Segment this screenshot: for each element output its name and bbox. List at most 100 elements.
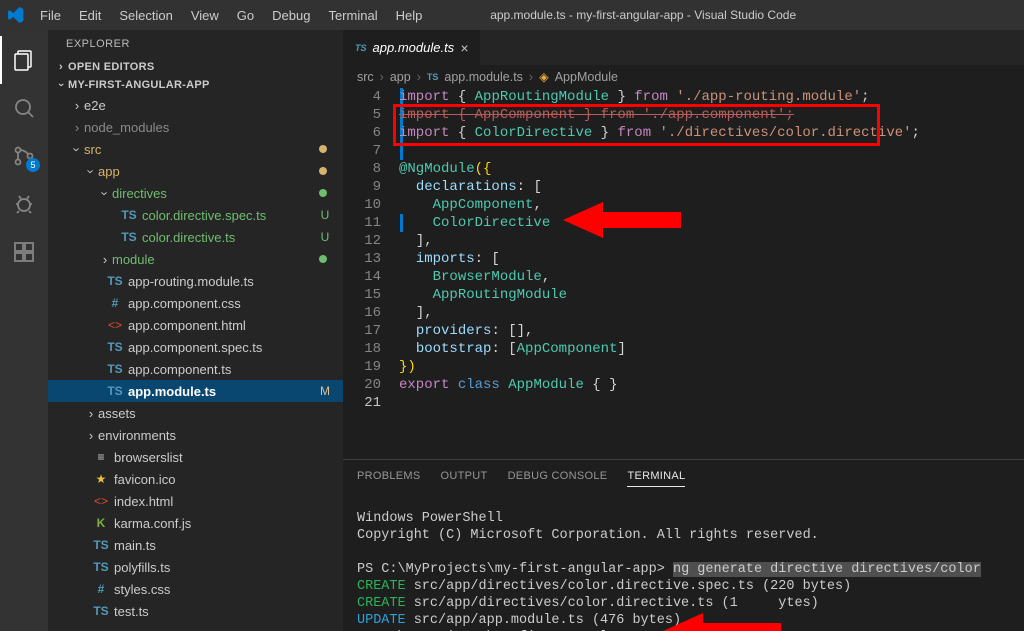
sidebar: EXPLORER › OPEN EDITORS › MY-FIRST-ANGUL… bbox=[48, 30, 343, 631]
tree-file-app-module[interactable]: TSapp.module.tsM bbox=[48, 380, 343, 402]
ts-icon: TS bbox=[106, 362, 124, 376]
tree-file-karma[interactable]: Kkarma.conf.js bbox=[48, 512, 343, 534]
ts-icon: TS bbox=[120, 230, 138, 244]
ts-icon: TS bbox=[92, 560, 110, 574]
tree-folder-e2e[interactable]: ›e2e bbox=[48, 94, 343, 116]
chevron-right-icon: › bbox=[417, 70, 421, 84]
html-icon: <> bbox=[92, 494, 110, 508]
tree-folder-assets[interactable]: ›assets bbox=[48, 402, 343, 424]
tree-file-browserslist[interactable]: ≡browserslist bbox=[48, 446, 343, 468]
menu-debug[interactable]: Debug bbox=[264, 4, 318, 27]
tree-folder-directives[interactable]: ›directives bbox=[48, 182, 343, 204]
menu-go[interactable]: Go bbox=[229, 4, 262, 27]
breadcrumb-app[interactable]: app bbox=[390, 70, 411, 84]
tree-file-app-routing[interactable]: TSapp-routing.module.ts bbox=[48, 270, 343, 292]
list-icon: ≡ bbox=[92, 450, 110, 464]
editor-tabs: TS app.module.ts × bbox=[343, 30, 1024, 65]
chevron-down-icon: › bbox=[55, 78, 67, 92]
activity-explorer[interactable] bbox=[0, 36, 48, 84]
class-icon: ◈ bbox=[539, 69, 549, 84]
breadcrumbs[interactable]: src › app › TS app.module.ts › ◈ AppModu… bbox=[343, 65, 1024, 88]
panel-tab-debug[interactable]: DEBUG CONSOLE bbox=[508, 466, 608, 487]
tree-file-color-spec[interactable]: TScolor.directive.spec.tsU bbox=[48, 204, 343, 226]
menu-selection[interactable]: Selection bbox=[111, 4, 180, 27]
vscode-icon bbox=[8, 7, 24, 23]
tab-app-module[interactable]: TS app.module.ts × bbox=[343, 30, 480, 65]
scm-badge: 5 bbox=[26, 158, 40, 172]
chevron-right-icon: › bbox=[84, 406, 98, 421]
chevron-right-icon: › bbox=[84, 428, 98, 443]
tree-folder-src[interactable]: ›src bbox=[48, 138, 343, 160]
status-untracked: U bbox=[317, 230, 333, 244]
css-icon: # bbox=[92, 582, 110, 596]
menu-terminal[interactable]: Terminal bbox=[320, 4, 385, 27]
tree-file-app-ts[interactable]: TSapp.component.ts bbox=[48, 358, 343, 380]
tab-label: app.module.ts bbox=[373, 40, 455, 55]
tree-file-main-ts[interactable]: TSmain.ts bbox=[48, 534, 343, 556]
tree-folder-module[interactable]: ›module bbox=[48, 248, 343, 270]
tree-file-test[interactable]: TStest.ts bbox=[48, 600, 343, 622]
menu-help[interactable]: Help bbox=[388, 4, 431, 27]
ts-icon: TS bbox=[427, 72, 439, 82]
tree-file-color-ts[interactable]: TScolor.directive.tsU bbox=[48, 226, 343, 248]
explorer-title: EXPLORER bbox=[48, 30, 343, 58]
chevron-down-icon: › bbox=[84, 164, 99, 178]
star-icon: ★ bbox=[92, 472, 110, 486]
ts-icon: TS bbox=[106, 340, 124, 354]
chevron-right-icon: › bbox=[70, 120, 84, 135]
panel-tab-output[interactable]: OUTPUT bbox=[441, 466, 488, 487]
panel-tab-terminal[interactable]: TERMINAL bbox=[627, 466, 685, 487]
open-editors-header[interactable]: › OPEN EDITORS bbox=[48, 58, 343, 76]
tree-folder-environments[interactable]: ›environments bbox=[48, 424, 343, 446]
terminal-output[interactable]: Windows PowerShell Copyright (C) Microso… bbox=[343, 487, 1024, 631]
activity-bar: 5 bbox=[0, 30, 48, 631]
tree-file-favicon[interactable]: ★favicon.ico bbox=[48, 468, 343, 490]
close-icon[interactable]: × bbox=[460, 40, 468, 56]
status-modified: M bbox=[317, 384, 333, 398]
editor-body[interactable]: 4import { AppRoutingModule } from './app… bbox=[343, 88, 1024, 459]
file-tree: ›e2e ›node_modules ›src ›app ›directives… bbox=[48, 94, 343, 631]
tree-file-app-css[interactable]: #app.component.css bbox=[48, 292, 343, 314]
tree-file-app-spec[interactable]: TSapp.component.spec.ts bbox=[48, 336, 343, 358]
tree-file-polyfills[interactable]: TSpolyfills.ts bbox=[48, 556, 343, 578]
bottom-panel: PROBLEMS OUTPUT DEBUG CONSOLE TERMINAL W… bbox=[343, 459, 1024, 631]
menu-edit[interactable]: Edit bbox=[71, 4, 109, 27]
code-content[interactable]: 4import { AppRoutingModule } from './app… bbox=[343, 88, 1024, 412]
chevron-right-icon: › bbox=[98, 252, 112, 267]
html-icon: <> bbox=[106, 318, 124, 332]
chevron-down-icon: › bbox=[98, 186, 113, 200]
panel-tabs: PROBLEMS OUTPUT DEBUG CONSOLE TERMINAL bbox=[343, 460, 1024, 487]
menu-file[interactable]: File bbox=[32, 4, 69, 27]
chevron-right-icon: › bbox=[54, 61, 68, 73]
activity-extensions[interactable] bbox=[0, 228, 48, 276]
editor-area: TS app.module.ts × src › app › TS app.mo… bbox=[343, 30, 1024, 631]
tree-file-styles[interactable]: #styles.css bbox=[48, 578, 343, 600]
ts-icon: TS bbox=[106, 274, 124, 288]
chevron-right-icon: › bbox=[70, 98, 84, 113]
chevron-right-icon: › bbox=[380, 70, 384, 84]
titlebar: File Edit Selection View Go Debug Termin… bbox=[0, 0, 1024, 30]
menu-view[interactable]: View bbox=[183, 4, 227, 27]
project-header[interactable]: › MY-FIRST-ANGULAR-APP bbox=[48, 76, 343, 94]
ts-icon: TS bbox=[92, 538, 110, 552]
tree-folder-app[interactable]: ›app bbox=[48, 160, 343, 182]
chevron-down-icon: › bbox=[70, 142, 85, 156]
ts-icon: TS bbox=[92, 604, 110, 618]
tree-file-app-html[interactable]: <>app.component.html bbox=[48, 314, 343, 336]
activity-scm[interactable]: 5 bbox=[0, 132, 48, 180]
breadcrumb-src[interactable]: src bbox=[357, 70, 374, 84]
karma-icon: K bbox=[92, 516, 110, 530]
tree-folder-node-modules[interactable]: ›node_modules bbox=[48, 116, 343, 138]
css-icon: # bbox=[106, 296, 124, 310]
breadcrumb-class[interactable]: AppModule bbox=[555, 70, 618, 84]
activity-search[interactable] bbox=[0, 84, 48, 132]
chevron-right-icon: › bbox=[529, 70, 533, 84]
breadcrumb-file[interactable]: app.module.ts bbox=[444, 70, 523, 84]
tree-file-index-html[interactable]: <>index.html bbox=[48, 490, 343, 512]
ts-icon: TS bbox=[120, 208, 138, 222]
panel-tab-problems[interactable]: PROBLEMS bbox=[357, 466, 421, 487]
ts-icon: TS bbox=[106, 384, 124, 398]
ts-icon: TS bbox=[355, 43, 367, 53]
menubar: File Edit Selection View Go Debug Termin… bbox=[32, 4, 430, 27]
activity-debug[interactable] bbox=[0, 180, 48, 228]
